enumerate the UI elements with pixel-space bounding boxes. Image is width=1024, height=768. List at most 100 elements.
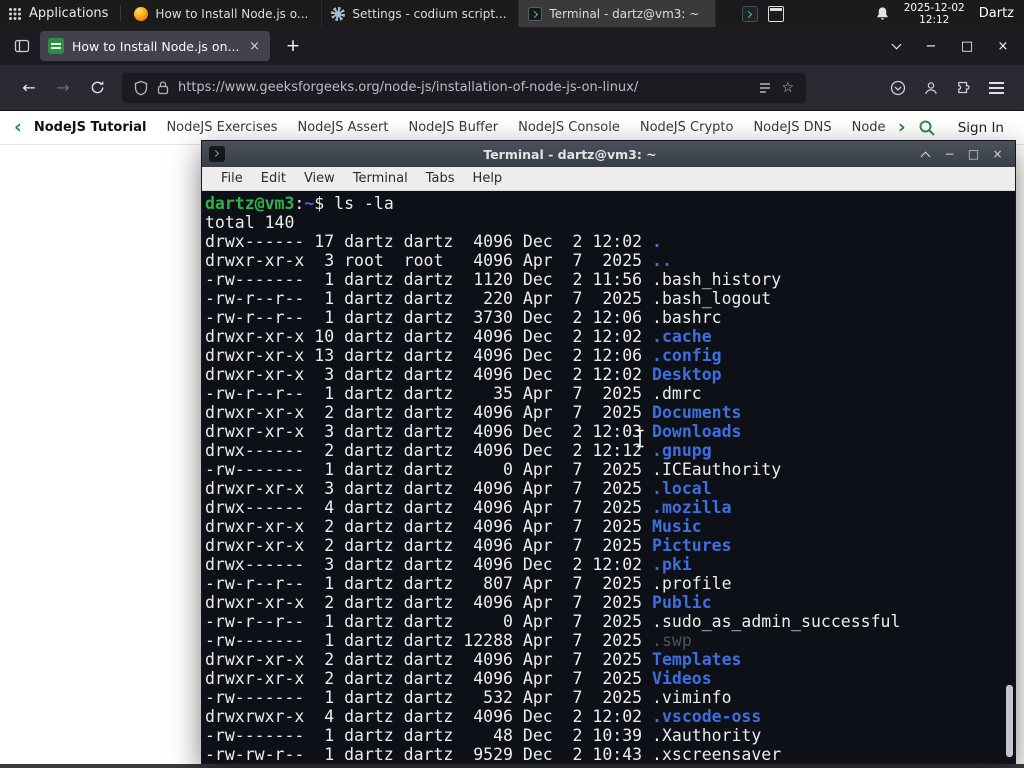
file-name: .sudo_as_admin_successful: [652, 612, 901, 631]
terminal-line: -rw-r--r-- 1 dartz dartz 0 Apr 7 2025 .s…: [205, 612, 1015, 631]
file-meta: drwxr-xr-x 3 dartz dartz 4096 Dec 2 12:0…: [205, 422, 653, 441]
terminal-line: -rw-r--r-- 1 dartz dartz 220 Apr 7 2025 …: [205, 289, 1015, 308]
account-icon[interactable]: [923, 80, 939, 96]
forward-button[interactable]: →: [46, 73, 80, 103]
terminal-line: drwx------ 3 dartz dartz 4096 Dec 2 12:0…: [205, 555, 1015, 574]
task-icon: [134, 6, 149, 21]
back-button[interactable]: ←: [12, 73, 46, 103]
gfg-nav-item[interactable]: NodeJS Assert: [297, 120, 388, 135]
tray-window-icon[interactable]: [768, 5, 785, 22]
nav-scroll-left-icon[interactable]: ‹: [14, 118, 22, 137]
file-name: .bash_logout: [652, 289, 772, 308]
task-button[interactable]: Terminal - dartz@vm3: ~: [519, 0, 717, 27]
sign-in-link[interactable]: Sign In: [958, 120, 1004, 136]
clock[interactable]: 2025-12-02 12:12: [904, 2, 965, 26]
file-name: Templates: [652, 650, 742, 669]
search-icon[interactable]: [918, 119, 936, 137]
terminal-total-line: total 140: [205, 213, 295, 232]
terminal-menu-item[interactable]: Terminal: [344, 168, 417, 189]
terminal-scrollbar-thumb[interactable]: [1006, 685, 1013, 757]
terminal-menu-item[interactable]: File: [212, 168, 252, 189]
command-text: ls -la: [334, 194, 394, 213]
https-lock-icon[interactable]: [157, 80, 169, 95]
browser-tab[interactable]: How to Install Node.js on... ×: [40, 31, 270, 61]
file-meta: drwxr-xr-x 2 dartz dartz 4096 Apr 7 2025: [205, 517, 653, 536]
task-button[interactable]: How to Install Node.js o...: [125, 0, 323, 27]
terminal-line: drwxr-xr-x 2 dartz dartz 4096 Apr 7 2025…: [205, 669, 1015, 688]
file-meta: -rw-r--r-- 1 dartz dartz 3730 Dec 2 12:0…: [205, 308, 653, 327]
file-name: .viminfo: [652, 688, 732, 707]
applications-label: Applications: [29, 6, 109, 21]
terminal-minimize-button[interactable]: −: [939, 144, 960, 164]
file-meta: -rw-r--r-- 1 dartz dartz 0 Apr 7 2025: [205, 612, 653, 631]
file-name: .cache: [652, 327, 712, 346]
window-close-button[interactable]: ×: [988, 32, 1018, 60]
firefox-view-button[interactable]: [8, 32, 36, 60]
task-title: Settings - codium script...: [352, 6, 507, 21]
gfg-nav-item[interactable]: NodeJS Crypto: [640, 120, 734, 135]
url-text[interactable]: https://www.geeksforgeeks.org/node-js/in…: [178, 80, 749, 95]
file-name: .bash_history: [652, 270, 782, 289]
gfg-nav-item[interactable]: NodeJS Exercises: [166, 120, 277, 135]
file-name: Desktop: [652, 365, 722, 384]
file-name: .swp: [652, 631, 692, 650]
terminal-line: -rw-rw-r-- 1 dartz dartz 9529 Dec 2 10:4…: [205, 745, 1015, 763]
terminal-shade-button[interactable]: [915, 144, 936, 164]
file-name: .gnupg: [652, 441, 712, 460]
task-button[interactable]: Settings - codium script...: [322, 0, 520, 27]
tab-close-icon[interactable]: ×: [247, 39, 262, 54]
file-name: Public: [652, 593, 712, 612]
reader-mode-icon[interactable]: [758, 81, 772, 95]
firefox-view-icon: [14, 39, 30, 53]
extensions-icon[interactable]: [956, 80, 972, 96]
notification-bell-icon[interactable]: [875, 6, 890, 21]
terminal-menu-item[interactable]: Edit: [252, 168, 295, 189]
file-meta: drwxr-xr-x 13 dartz dartz 4096 Dec 2 12:…: [205, 346, 653, 365]
gfg-nav-item[interactable]: NodeJS Tutorial: [34, 120, 147, 135]
prompt-path: ~: [304, 194, 315, 213]
new-tab-button[interactable]: +: [280, 36, 306, 56]
applications-grid-icon: [9, 7, 21, 20]
reload-button[interactable]: [80, 73, 114, 103]
file-meta: -rw------- 1 dartz dartz 12288 Apr 7 202…: [205, 631, 653, 650]
terminal-line: drwxr-xr-x 3 dartz dartz 4096 Apr 7 2025…: [205, 479, 1015, 498]
nav-scroll-right-icon[interactable]: ›: [898, 118, 906, 137]
window-maximize-button[interactable]: □: [952, 32, 982, 60]
url-bar[interactable]: https://www.geeksforgeeks.org/node-js/in…: [122, 72, 806, 103]
terminal-line: drwx------ 2 dartz dartz 4096 Dec 2 12:1…: [205, 441, 1015, 460]
window-minimize-button[interactable]: −: [916, 32, 946, 60]
hamburger-icon: [989, 86, 1004, 89]
terminal-window: Terminal - dartz@vm3: ~ − □ × File Edit Vi…: [201, 140, 1016, 764]
terminal-menu-item[interactable]: View: [295, 168, 344, 189]
tracking-protection-shield-icon[interactable]: [134, 80, 148, 96]
terminal-titlebar[interactable]: Terminal - dartz@vm3: ~ − □ ×: [202, 141, 1015, 167]
tray-terminal-icon[interactable]: [742, 5, 759, 22]
list-all-tabs-button[interactable]: [882, 32, 910, 60]
bookmark-star-icon[interactable]: ☆: [781, 80, 794, 96]
toolbar-right-icons: [890, 74, 1012, 102]
terminal-menu-item[interactable]: Tabs: [417, 168, 464, 189]
terminal-screen[interactable]: dartz@vm3:~$ ls -la total 140 drwx------…: [202, 191, 1015, 763]
file-name: Videos: [652, 669, 712, 688]
panel-separator: [120, 5, 122, 22]
terminal-close-button[interactable]: ×: [987, 144, 1008, 164]
gfg-nav-item[interactable]: NodeJS Buffer: [409, 120, 499, 135]
file-meta: drwxr-xr-x 2 dartz dartz 4096 Apr 7 2025: [205, 403, 653, 422]
task-title: How to Install Node.js o...: [155, 6, 309, 21]
gfg-nav-item[interactable]: NodeJS Console: [518, 120, 620, 135]
file-meta: -rw-rw-r-- 1 dartz dartz 9529 Dec 2 10:4…: [205, 745, 653, 763]
file-name: .local: [652, 479, 712, 498]
pocket-icon[interactable]: [890, 80, 906, 96]
file-name: .xscreensaver: [652, 745, 782, 763]
gfg-nav-item[interactable]: Node: [852, 120, 886, 135]
menu-button[interactable]: [989, 74, 1004, 102]
file-meta: drwxr-xr-x 2 dartz dartz 4096 Apr 7 2025: [205, 650, 653, 669]
applications-menu-button[interactable]: Applications: [0, 0, 120, 27]
gfg-nav-item[interactable]: NodeJS DNS: [753, 120, 831, 135]
reload-icon: [91, 80, 103, 94]
terminal-menu-item[interactable]: Help: [464, 168, 512, 189]
terminal-line: drwxr-xr-x 10 dartz dartz 4096 Dec 2 12:…: [205, 327, 1015, 346]
terminal-line: drwxr-xr-x 2 dartz dartz 4096 Apr 7 2025…: [205, 403, 1015, 422]
terminal-maximize-button[interactable]: □: [963, 144, 984, 164]
navigation-toolbar: ← → https://www.geeksforgeeks.org/node-j…: [0, 65, 1024, 111]
